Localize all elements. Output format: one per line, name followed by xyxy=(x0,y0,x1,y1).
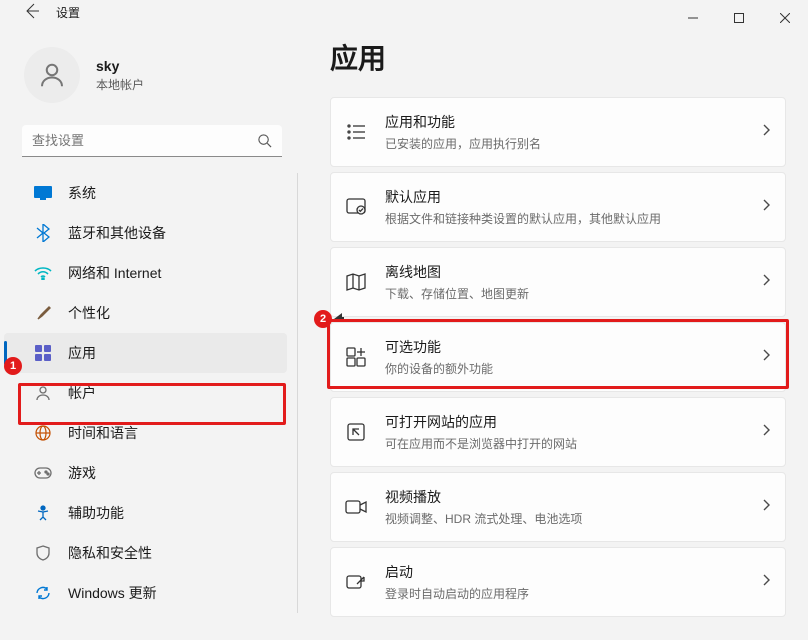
sidebar-item-network[interactable]: 网络和 Internet xyxy=(4,253,287,293)
card-subtitle: 下载、存储位置、地图更新 xyxy=(385,285,743,302)
optional-features-icon xyxy=(345,346,367,368)
card-video-playback[interactable]: 视频播放 视频调整、HDR 流式处理、电池选项 xyxy=(330,472,786,542)
app-title: 设置 xyxy=(56,4,80,21)
card-startup[interactable]: 启动 登录时自动启动的应用程序 xyxy=(330,547,786,617)
user-block[interactable]: sky 本地帐户 xyxy=(0,39,300,121)
sidebar-item-accessibility[interactable]: 辅助功能 xyxy=(4,493,287,533)
sidebar-item-time-language[interactable]: 时间和语言 xyxy=(4,413,287,453)
sidebar-item-personalization[interactable]: 个性化 xyxy=(4,293,287,333)
accessibility-icon xyxy=(34,504,52,522)
chevron-right-icon xyxy=(761,123,771,142)
sidebar-item-accounts[interactable]: 帐户 xyxy=(4,373,287,413)
annotation-badge-1: 1 xyxy=(4,357,22,375)
sidebar-item-label: 蓝牙和其他设备 xyxy=(68,223,166,243)
card-default-apps[interactable]: 默认应用 根据文件和链接种类设置的默认应用，其他默认应用 xyxy=(330,172,786,242)
card-offline-maps[interactable]: 离线地图 下载、存储位置、地图更新 xyxy=(330,247,786,317)
sidebar-item-label: 游戏 xyxy=(68,463,96,483)
card-apps-for-websites[interactable]: 可打开网站的应用 可在应用而不是浏览器中打开的网站 xyxy=(330,397,786,467)
avatar xyxy=(24,47,80,103)
chevron-right-icon xyxy=(761,198,771,217)
card-subtitle: 已安装的应用，应用执行别名 xyxy=(385,135,743,152)
back-button[interactable] xyxy=(22,1,42,21)
sidebar-item-label: 系统 xyxy=(68,183,96,203)
sidebar-item-label: 隐私和安全性 xyxy=(68,543,152,563)
brush-icon xyxy=(34,304,52,322)
sidebar-item-label: 应用 xyxy=(68,343,96,363)
chevron-right-icon xyxy=(761,423,771,442)
sidebar-item-system[interactable]: 系统 xyxy=(4,173,287,213)
globe-icon xyxy=(34,424,52,442)
card-title: 视频播放 xyxy=(385,487,743,507)
startup-icon xyxy=(345,571,367,593)
sidebar: sky 本地帐户 系统 蓝牙和其他设备 网络和 Internet xyxy=(0,27,300,622)
user-name: sky xyxy=(96,58,144,74)
card-subtitle: 登录时自动启动的应用程序 xyxy=(385,585,743,602)
main: 应用 应用和功能 已安装的应用，应用执行别名 默认应用 根据文件和链接种类设置的… xyxy=(300,27,808,622)
bluetooth-icon xyxy=(34,224,52,242)
game-icon xyxy=(34,464,52,482)
card-subtitle: 根据文件和链接种类设置的默认应用，其他默认应用 xyxy=(385,210,743,227)
card-optional-features[interactable]: 可选功能 你的设备的额外功能 xyxy=(330,322,786,392)
search-icon xyxy=(257,133,272,153)
card-apps-features[interactable]: 应用和功能 已安装的应用，应用执行别名 xyxy=(330,97,786,167)
account-icon xyxy=(34,384,52,402)
user-subtitle: 本地帐户 xyxy=(96,76,144,93)
page-title: 应用 xyxy=(330,37,786,77)
chevron-right-icon xyxy=(761,573,771,592)
card-title: 默认应用 xyxy=(385,187,743,207)
nav: 系统 蓝牙和其他设备 网络和 Internet 个性化 应用 帐户 xyxy=(0,173,298,613)
map-icon xyxy=(345,271,367,293)
card-title: 可选功能 xyxy=(385,337,743,357)
sidebar-item-label: 个性化 xyxy=(68,303,110,323)
card-title: 可打开网站的应用 xyxy=(385,412,743,432)
default-apps-icon xyxy=(345,196,367,218)
shield-icon xyxy=(34,544,52,562)
sidebar-item-apps[interactable]: 应用 xyxy=(4,333,287,373)
card-title: 离线地图 xyxy=(385,262,743,282)
wifi-icon xyxy=(34,264,52,282)
system-icon xyxy=(34,184,52,202)
card-subtitle: 你的设备的额外功能 xyxy=(385,360,743,377)
card-title: 应用和功能 xyxy=(385,112,743,132)
card-subtitle: 可在应用而不是浏览器中打开的网站 xyxy=(385,435,743,452)
card-title: 启动 xyxy=(385,562,743,582)
sidebar-item-label: 时间和语言 xyxy=(68,423,138,443)
sidebar-item-privacy[interactable]: 隐私和安全性 xyxy=(4,533,287,573)
search-input[interactable] xyxy=(22,125,282,157)
update-icon xyxy=(34,584,52,602)
sidebar-item-bluetooth[interactable]: 蓝牙和其他设备 xyxy=(4,213,287,253)
apps-icon xyxy=(34,344,52,362)
sidebar-item-label: 网络和 Internet xyxy=(68,263,161,283)
chevron-right-icon xyxy=(761,348,771,367)
video-icon xyxy=(345,496,367,518)
sidebar-item-windows-update[interactable]: Windows 更新 xyxy=(4,573,287,613)
sidebar-item-label: 帐户 xyxy=(68,383,96,403)
sidebar-item-gaming[interactable]: 游戏 xyxy=(4,453,287,493)
annotation-badge-2: 2 xyxy=(314,310,332,328)
card-subtitle: 视频调整、HDR 流式处理、电池选项 xyxy=(385,510,743,527)
sidebar-item-label: Windows 更新 xyxy=(68,583,157,603)
sidebar-item-label: 辅助功能 xyxy=(68,503,124,523)
website-apps-icon xyxy=(345,421,367,443)
chevron-right-icon xyxy=(761,498,771,517)
chevron-right-icon xyxy=(761,273,771,292)
list-icon xyxy=(345,121,367,143)
